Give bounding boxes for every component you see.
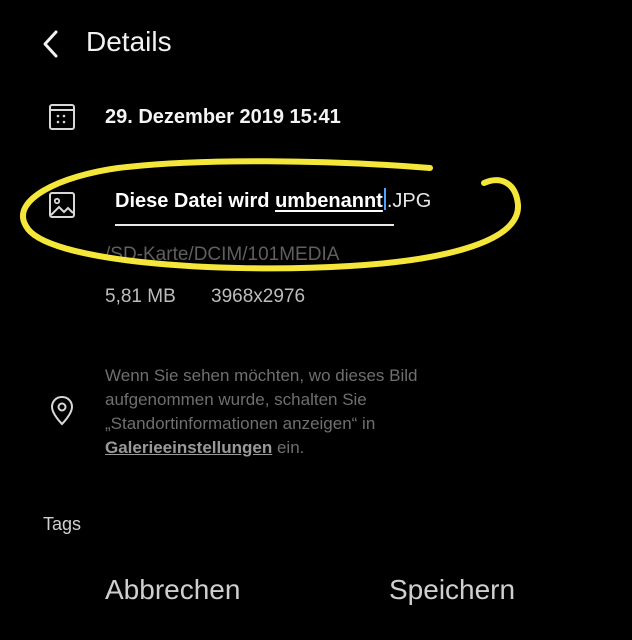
page-title: Details [86, 26, 172, 57]
gallery-settings-link[interactable]: Galerieeinstellungen [105, 438, 272, 457]
location-info-tail: ein. [272, 438, 305, 457]
input-underline [115, 224, 394, 226]
cancel-button[interactable]: Abbrechen [105, 574, 240, 606]
file-size: 5,81 MB [105, 286, 176, 307]
image-resolution: 3968x2976 [211, 286, 306, 307]
filename-input[interactable]: Diese Datei wird umbenannt .JPG [115, 188, 431, 228]
location-info-text: Wenn Sie sehen möchten, wo dieses Bild a… [105, 364, 485, 460]
back-chevron-icon[interactable] [36, 26, 66, 62]
tags-label: Tags [43, 514, 82, 534]
filename-underlined-word: umbenannt [275, 190, 383, 212]
highlight-annotation [20, 158, 522, 272]
date-time-text: 29. Dezember 2019 15:41 [105, 106, 341, 128]
location-pin-icon [50, 395, 74, 426]
file-path: /SD-Karte/DCIM/101MEDIA [105, 244, 340, 265]
location-info-body: Wenn Sie sehen möchten, wo dieses Bild a… [105, 366, 418, 433]
filename-extension: .JPG [386, 190, 432, 212]
image-icon [49, 192, 75, 218]
filename-text: Diese Datei wird [115, 190, 276, 212]
save-button[interactable]: Speichern [389, 574, 515, 606]
calendar-icon [49, 104, 75, 130]
text-cursor [383, 188, 386, 210]
